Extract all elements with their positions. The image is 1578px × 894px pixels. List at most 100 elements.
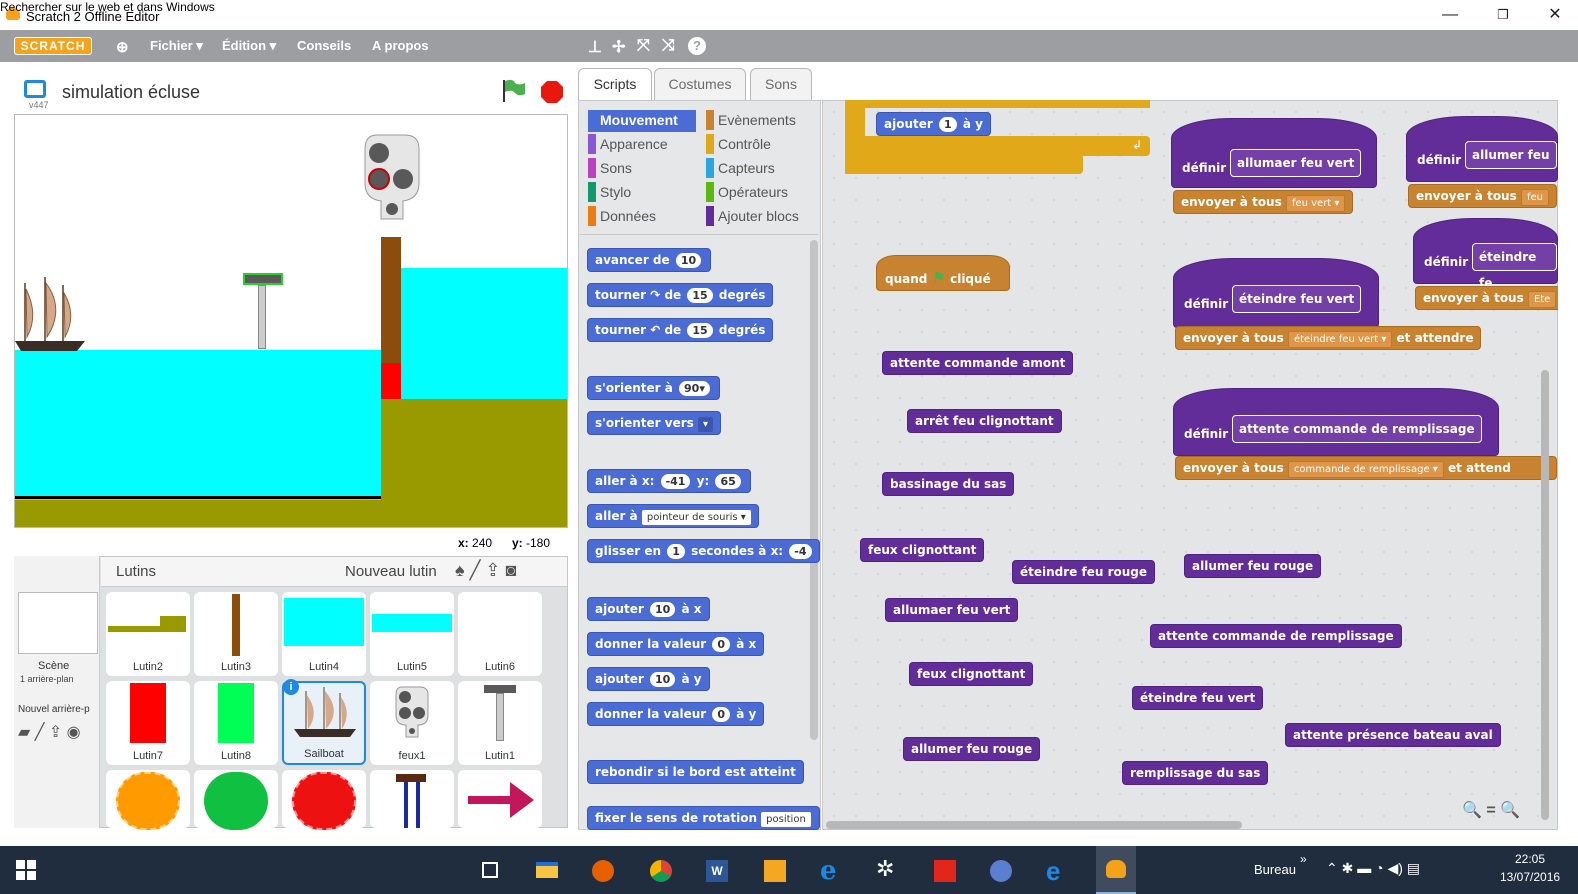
sprite-thumb[interactable]: Lutin6 [458,592,542,676]
call-block[interactable]: feux clignottant [909,662,1034,686]
call-block[interactable]: allumer feu rouge [1184,554,1322,578]
define-block-eteindre-feu-vert[interactable]: définir éteindre feu vert [1173,258,1379,328]
category-capteurs[interactable]: Capteurs [706,158,775,180]
minimize-button[interactable]: — [1435,4,1465,26]
block-orienter[interactable]: s'orienter à 90▾ [587,376,720,400]
category-donnees[interactable]: Données [588,206,656,228]
sprite-info-icon[interactable]: i [283,679,299,695]
call-block[interactable]: attente présence bateau aval [1285,723,1501,747]
broadcast-block[interactable]: envoyer à tous Ete [1415,286,1565,310]
globe-icon[interactable]: ⊕ [116,38,129,56]
presentation-mode-icon[interactable] [24,80,46,98]
chrome-icon[interactable] [650,860,672,882]
zoom-controls[interactable]: 🔍 = 🔍 [1462,800,1520,820]
block-aller-a[interactable]: aller à pointeur de souris ▾ [587,504,759,528]
scene-thumbnail[interactable] [18,592,98,654]
word-icon[interactable]: W [706,860,728,882]
edge-icon[interactable]: e [1046,856,1060,887]
category-sons[interactable]: Sons [588,158,632,180]
category-ajouter-blocs[interactable]: Ajouter blocs [706,206,799,228]
category-mouvement[interactable]: Mouvement [588,110,696,132]
new-sprite-tools-icon[interactable]: ♠ ╱ ⇪ ◙ [455,560,516,581]
define-block-eteindre-fe[interactable]: définir éteindre fe [1413,218,1558,290]
menu-apropos[interactable]: A propos [372,38,429,53]
call-block[interactable]: feux clignottant [860,538,985,562]
broadcast-block[interactable]: envoyer à tous feu [1408,184,1557,208]
block-sens-rotation[interactable]: fixer le sens de rotation position [587,806,820,830]
broadcast-and-wait-block[interactable]: envoyer à tous éteindre feu vert ▾ et at… [1175,326,1482,350]
file-explorer-icon[interactable] [536,862,558,878]
system-tray-icons[interactable]: ⌃ ✱ ▬ ◔ ◀) ▤ [1326,860,1420,877]
block-ajouter-y[interactable]: ajouter 10 à y [587,667,710,691]
call-block[interactable]: arrêt feu clignottant [907,409,1062,433]
palette-scrollbar[interactable] [810,240,818,740]
menu-edition[interactable]: Édition ▾ [222,38,276,54]
stop-icon[interactable] [540,80,564,104]
scratch-taskbar-button[interactable] [1096,846,1136,894]
sprite-thumb[interactable]: Lutin2 [106,592,190,676]
firefox-icon[interactable] [592,860,614,882]
sprite-thumb[interactable]: Lutin5 [370,592,454,676]
category-operateurs[interactable]: Opérateurs [706,182,788,204]
menu-fichier[interactable]: Fichier ▾ [150,38,203,54]
call-block[interactable]: éteindre feu vert [1132,686,1264,710]
call-block[interactable]: éteindre feu rouge [1012,560,1156,584]
shrink-tool-icon[interactable]: ⤨ [662,37,675,55]
grow-tool-icon[interactable]: ⤧ [637,37,650,55]
define-block-attente-commande[interactable]: définir attente commande de remplissage [1173,388,1499,456]
call-block[interactable]: allumaer feu vert [885,598,1019,622]
block-tourner-gauche[interactable]: tourner ↶ de 15 degrés [587,318,774,342]
menu-conseils[interactable]: Conseils [297,38,351,53]
clock-time[interactable]: 22:05 [1515,852,1545,866]
define-block-allumer-feu[interactable]: définir allumer feu [1406,116,1558,182]
traffic-light-sprite[interactable] [361,133,423,225]
sprite-thumb[interactable] [194,770,278,830]
green-flag-icon[interactable] [500,78,528,104]
script-area-vscrollbar[interactable] [1541,370,1549,820]
block-ajouter-x[interactable]: ajouter 10 à x [587,597,710,621]
category-evenements[interactable]: Evènements [706,110,796,132]
sprite-thumb[interactable]: Lutin7 [106,681,190,765]
call-block[interactable]: remplissage du sas [1122,761,1269,785]
sprite-thumb[interactable]: Lutin1 [458,681,542,765]
broadcast-and-wait-block[interactable]: envoyer à tous commande de remplissage ▾… [1175,456,1557,480]
tab-scripts[interactable]: Scripts [578,68,652,101]
sprite-thumb[interactable] [282,770,366,830]
block-aller-xy[interactable]: aller à x: -41 y: 65 [587,469,751,493]
close-button[interactable]: ✕ [1540,4,1570,26]
sprite-thumb[interactable] [370,770,454,828]
block-tourner-droite[interactable]: tourner ↷ de 15 degrés [587,283,774,307]
broadcast-block[interactable]: envoyer à tous feu vert ▾ [1173,190,1354,214]
scratch-logo[interactable]: SCRATCH [14,37,92,55]
category-stylo[interactable]: Stylo [588,182,631,204]
taskbar-search[interactable]: Rechercher sur le web et dans Windows [0,0,215,14]
category-controle[interactable]: Contrôle [706,134,771,156]
task-view-icon[interactable] [482,862,498,878]
sprite-thumb[interactable]: feux1 [370,681,454,765]
block-avancer[interactable]: avancer de 10 [587,248,712,272]
tab-sons[interactable]: Sons [750,68,812,100]
desktop-toolbar-label[interactable]: Bureau [1254,862,1296,877]
app-icon[interactable] [990,860,1012,882]
windows-start-icon[interactable] [16,860,36,880]
block-rebondir[interactable]: rebondir si le bord est atteint [587,760,804,784]
define-block-allumaer-feu-vert[interactable]: définir allumaer feu vert [1171,118,1377,188]
help-tool-icon[interactable]: ? [688,37,706,55]
block-donner-y[interactable]: donner la valeur 0 à y [587,702,765,726]
sprite-thumb[interactable] [458,770,542,828]
block-orienter-vers[interactable]: s'orienter vers ▾ [587,411,721,435]
backdrop-tools-icon[interactable]: ▰ ╱ ⇪ ◉ [18,722,81,742]
duplicate-tool-icon[interactable]: ⊥ [588,37,602,57]
restore-button[interactable]: ❐ [1488,4,1518,26]
chevron-right-icon[interactable]: » [1300,852,1307,866]
script-block-ajouter-y[interactable]: ajouter 1 à y [876,112,991,136]
category-apparence[interactable]: Apparence [588,134,668,156]
script-when-flag-clicked[interactable]: quand ⚑ cliqué [876,255,1010,291]
sailboat-sprite[interactable] [15,275,91,355]
sprite-thumb[interactable]: Lutin3 [194,592,278,676]
settings-gear-icon[interactable]: ✲ [876,856,894,882]
call-block[interactable]: bassinage du sas [882,472,1015,496]
ie-icon[interactable]: e [820,856,837,886]
sprite-thumb[interactable]: Lutin8 [194,681,278,765]
clock-date[interactable]: 13/07/2016 [1500,870,1560,884]
